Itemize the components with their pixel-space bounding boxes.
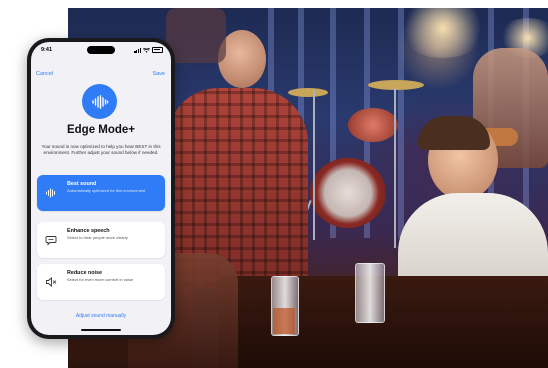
phone-frame: 9:41 Cancel Save Edge Mode+ Your sound i… (27, 38, 175, 339)
option-description: Select for even more comfort in noise (67, 277, 134, 282)
waveform-icon (46, 188, 55, 198)
option-best-sound[interactable]: Best sound Automatically optimized for t… (37, 175, 165, 211)
option-description: Automatically optimized for this environ… (67, 188, 146, 193)
speech-bubble-icon (45, 236, 57, 246)
option-description: Select to hear people more clearly (67, 235, 128, 240)
cancel-button[interactable]: Cancel (36, 71, 53, 77)
option-reduce-noise[interactable]: Reduce noise Select for even more comfor… (37, 264, 165, 300)
option-title: Best sound (67, 181, 97, 187)
dynamic-island (87, 46, 115, 54)
status-bar: 9:41 (31, 46, 171, 56)
adjust-sound-manually-link[interactable]: Adjust sound manually (31, 313, 171, 319)
phone-screen: 9:41 Cancel Save Edge Mode+ Your sound i… (31, 42, 171, 335)
speaker-icon (46, 277, 57, 287)
page-title: Edge Mode+ (66, 124, 136, 136)
save-button[interactable]: Save (152, 71, 165, 77)
waveform-icon (82, 84, 117, 119)
option-title: Reduce noise (67, 270, 103, 276)
cellular-signal-icon (134, 48, 141, 53)
status-icons (134, 47, 163, 53)
wifi-icon (143, 47, 150, 53)
option-title: Enhance speech (67, 228, 110, 234)
home-indicator (81, 329, 121, 331)
status-time: 9:41 (41, 47, 53, 53)
page-description: Your sound is now optimized to help you … (41, 144, 161, 156)
option-enhance-speech[interactable]: Enhance speech Select to hear people mor… (37, 222, 165, 258)
battery-icon (152, 47, 163, 53)
